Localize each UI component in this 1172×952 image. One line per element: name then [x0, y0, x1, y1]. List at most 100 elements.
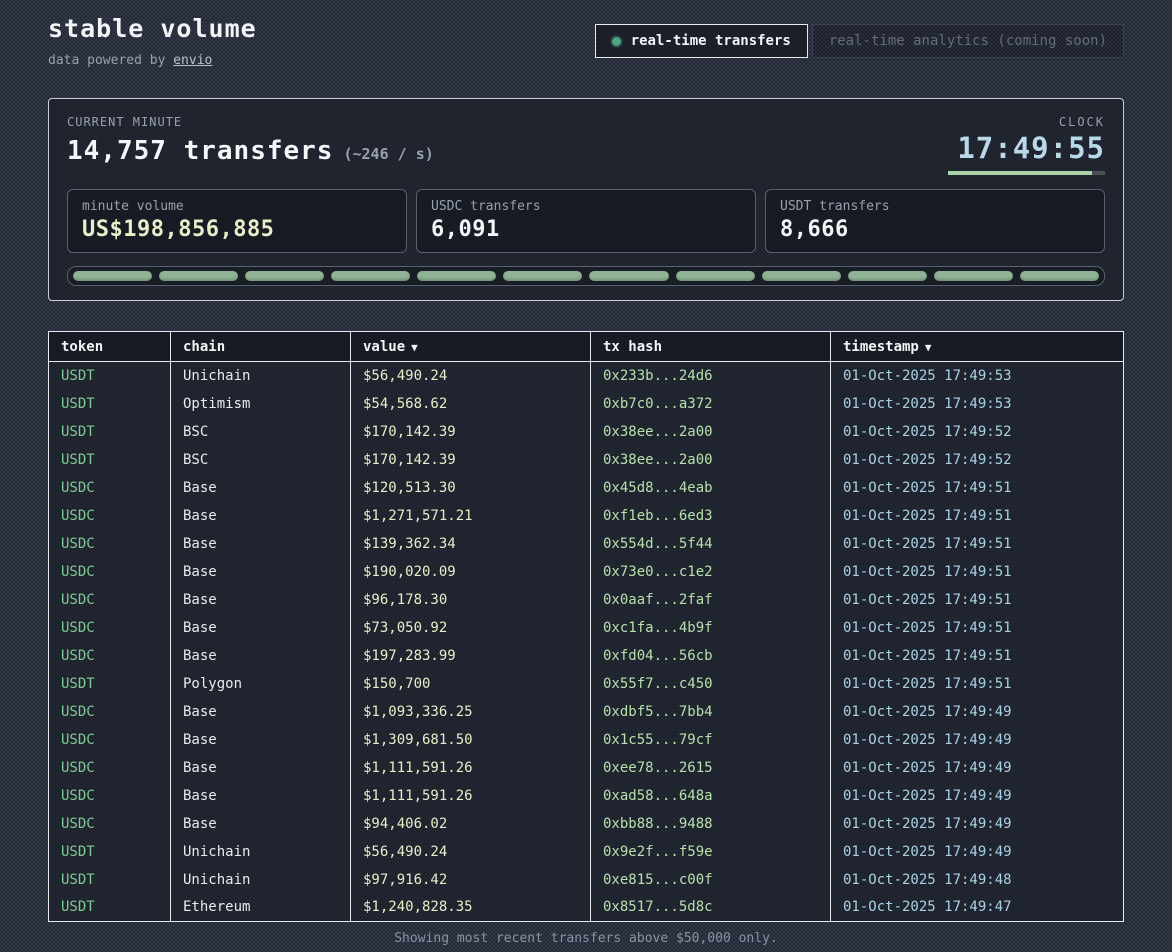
stat-minute-volume: minute volume US$198,856,885 — [67, 189, 407, 253]
minute-stats-row: minute volume US$198,856,885 USDC transf… — [67, 189, 1105, 253]
cell-value: $1,309,681.50 — [351, 726, 591, 754]
cell-token: USDT — [49, 418, 171, 446]
cell-chain: Base — [171, 502, 351, 530]
cell-token: USDC — [49, 698, 171, 726]
table-row: USDTBSC$170,142.390x38ee...2a0001-Oct-20… — [49, 446, 1124, 474]
table-row: USDCBase$73,050.920xc1fa...4b9f01-Oct-20… — [49, 614, 1124, 642]
cell-token: USDC — [49, 474, 171, 502]
cell-tx-hash[interactable]: 0xee78...2615 — [591, 754, 831, 782]
cell-tx-hash[interactable]: 0x38ee...2a00 — [591, 418, 831, 446]
cell-tx-hash[interactable]: 0x9e2f...f59e — [591, 838, 831, 866]
cell-tx-hash[interactable]: 0x73e0...c1e2 — [591, 558, 831, 586]
progress-segment — [762, 271, 841, 281]
cell-token: USDC — [49, 558, 171, 586]
progress-segment — [245, 271, 324, 281]
col-header-token: token — [49, 332, 171, 362]
cell-tx-hash[interactable]: 0x38ee...2a00 — [591, 446, 831, 474]
cell-token: USDC — [49, 530, 171, 558]
cell-timestamp: 01-Oct-2025 17:49:51 — [831, 558, 1124, 586]
cell-value: $197,283.99 — [351, 642, 591, 670]
clock-progress-fill — [948, 171, 1092, 175]
cell-tx-hash[interactable]: 0xdbf5...7bb4 — [591, 698, 831, 726]
cell-chain: Optimism — [171, 390, 351, 418]
table-row: USDTBSC$170,142.390x38ee...2a0001-Oct-20… — [49, 418, 1124, 446]
cell-tx-hash[interactable]: 0x0aaf...2faf — [591, 586, 831, 614]
cell-chain: Ethereum — [171, 894, 351, 922]
table-row: USDCBase$94,406.020xbb88...948801-Oct-20… — [49, 810, 1124, 838]
stat-label: minute volume — [82, 199, 392, 214]
cell-tx-hash[interactable]: 0x554d...5f44 — [591, 530, 831, 558]
cell-tx-hash[interactable]: 0x1c55...79cf — [591, 726, 831, 754]
cell-timestamp: 01-Oct-2025 17:49:53 — [831, 362, 1124, 390]
tab-real-time-analytics[interactable]: real-time analytics (coming soon) — [812, 24, 1124, 58]
cell-timestamp: 01-Oct-2025 17:49:51 — [831, 502, 1124, 530]
table-row: USDCBase$139,362.340x554d...5f4401-Oct-2… — [49, 530, 1124, 558]
transfer-count-block: CURRENT MINUTE 14,757 transfers (~246 / … — [67, 115, 434, 166]
footer-note: Showing most recent transfers above $50,… — [48, 922, 1124, 952]
col-header-value[interactable]: value▼ — [351, 332, 591, 362]
cell-tx-hash[interactable]: 0xbb88...9488 — [591, 810, 831, 838]
envio-link[interactable]: envio — [173, 53, 212, 68]
minute-progress-bar — [948, 171, 1105, 175]
progress-segment — [1020, 271, 1099, 281]
cell-timestamp: 01-Oct-2025 17:49:49 — [831, 754, 1124, 782]
transfer-rate: (~246 / s) — [343, 145, 433, 163]
cell-tx-hash[interactable]: 0x8517...5d8c — [591, 894, 831, 922]
cell-timestamp: 01-Oct-2025 17:49:49 — [831, 838, 1124, 866]
cell-value: $120,513.30 — [351, 474, 591, 502]
tab-real-time-transfers[interactable]: real-time transfers — [595, 24, 808, 58]
table-row: USDTEthereum$1,240,828.350x8517...5d8c01… — [49, 894, 1124, 922]
cell-chain: Unichain — [171, 866, 351, 894]
cell-value: $139,362.34 — [351, 530, 591, 558]
clock-time: 17:49:55 — [948, 131, 1105, 165]
cell-tx-hash[interactable]: 0xe815...c00f — [591, 866, 831, 894]
cell-value: $94,406.02 — [351, 810, 591, 838]
cell-timestamp: 01-Oct-2025 17:49:53 — [831, 390, 1124, 418]
sort-desc-icon: ▼ — [411, 341, 418, 354]
cell-tx-hash[interactable]: 0xfd04...56cb — [591, 642, 831, 670]
cell-tx-hash[interactable]: 0xf1eb...6ed3 — [591, 502, 831, 530]
cell-tx-hash[interactable]: 0xc1fa...4b9f — [591, 614, 831, 642]
table-body: USDTUnichain$56,490.240x233b...24d601-Oc… — [49, 362, 1124, 922]
stat-value: US$198,856,885 — [82, 217, 392, 242]
cell-chain: Base — [171, 754, 351, 782]
col-header-chain: chain — [171, 332, 351, 362]
progress-segment — [934, 271, 1013, 281]
table-row: USDCBase$1,309,681.500x1c55...79cf01-Oct… — [49, 726, 1124, 754]
transfer-count: 14,757 transfers — [67, 136, 333, 166]
stat-usdc-transfers: USDC transfers 6,091 — [416, 189, 756, 253]
cell-tx-hash[interactable]: 0x45d8...4eab — [591, 474, 831, 502]
cell-value: $190,020.09 — [351, 558, 591, 586]
cell-value: $96,178.30 — [351, 586, 591, 614]
col-header-timestamp[interactable]: timestamp▼ — [831, 332, 1124, 362]
data-source-note: data powered by envio — [48, 53, 257, 68]
cell-value: $1,093,336.25 — [351, 698, 591, 726]
view-tabs: real-time transfers real-time analytics … — [595, 24, 1124, 58]
stat-value: 8,666 — [780, 217, 1090, 242]
cell-token: USDC — [49, 642, 171, 670]
cell-token: USDT — [49, 894, 171, 922]
cell-timestamp: 01-Oct-2025 17:49:49 — [831, 698, 1124, 726]
cell-value: $1,240,828.35 — [351, 894, 591, 922]
cell-value: $1,111,591.26 — [351, 754, 591, 782]
stat-label: USDT transfers — [780, 199, 1090, 214]
cell-value: $56,490.24 — [351, 362, 591, 390]
cell-timestamp: 01-Oct-2025 17:49:52 — [831, 446, 1124, 474]
cell-tx-hash[interactable]: 0xb7c0...a372 — [591, 390, 831, 418]
table-row: USDCBase$190,020.090x73e0...c1e201-Oct-2… — [49, 558, 1124, 586]
cell-tx-hash[interactable]: 0x233b...24d6 — [591, 362, 831, 390]
cell-timestamp: 01-Oct-2025 17:49:49 — [831, 782, 1124, 810]
cell-chain: Unichain — [171, 838, 351, 866]
stat-value: 6,091 — [431, 217, 741, 242]
cell-timestamp: 01-Oct-2025 17:49:47 — [831, 894, 1124, 922]
stat-usdt-transfers: USDT transfers 8,666 — [765, 189, 1105, 253]
cell-chain: Base — [171, 586, 351, 614]
cell-value: $1,271,571.21 — [351, 502, 591, 530]
cell-timestamp: 01-Oct-2025 17:49:52 — [831, 418, 1124, 446]
col-header-tx-hash: tx hash — [591, 332, 831, 362]
cell-tx-hash[interactable]: 0xad58...648a — [591, 782, 831, 810]
tab-label: real-time analytics (coming soon) — [829, 33, 1107, 49]
table-row: USDTUnichain$97,916.420xe815...c00f01-Oc… — [49, 866, 1124, 894]
cell-tx-hash[interactable]: 0x55f7...c450 — [591, 670, 831, 698]
cell-timestamp: 01-Oct-2025 17:49:49 — [831, 726, 1124, 754]
